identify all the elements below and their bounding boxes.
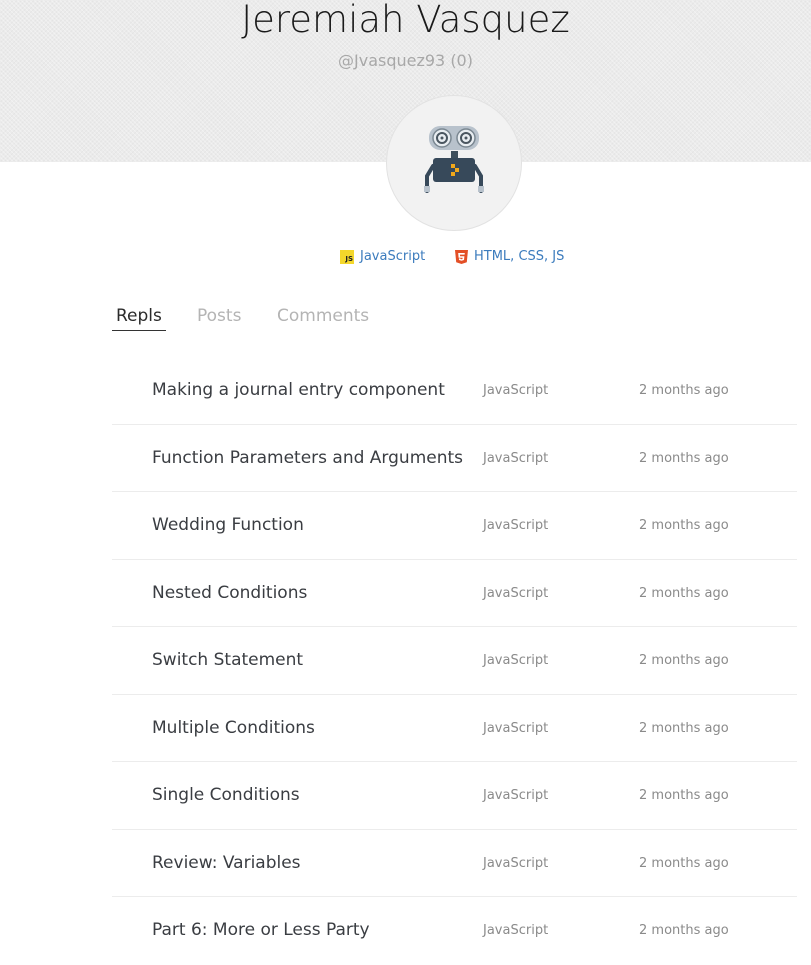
repl-list: Making a journal entry component JavaScr… bbox=[112, 357, 797, 965]
repl-language: JavaScript bbox=[483, 855, 549, 871]
repl-title[interactable]: Single Conditions bbox=[152, 762, 300, 829]
repl-language: JavaScript bbox=[483, 653, 549, 668]
list-item[interactable]: Nested Conditions JavaScript 2 months ag… bbox=[112, 560, 797, 627]
list-item[interactable]: Function Parameters and Arguments JavaSc… bbox=[112, 425, 797, 492]
repl-timestamp: 2 months ago bbox=[639, 923, 729, 938]
robot-avatar-icon bbox=[424, 126, 484, 193]
list-item[interactable]: Wedding Function JavaScript 2 months ago bbox=[112, 492, 797, 560]
list-item[interactable]: Single Conditions JavaScript 2 months ag… bbox=[112, 762, 797, 830]
repl-timestamp: 2 months ago bbox=[639, 788, 729, 803]
active-tab-indicator bbox=[112, 330, 166, 331]
repl-timestamp: 2 months ago bbox=[639, 518, 729, 533]
list-item[interactable]: Making a journal entry component JavaScr… bbox=[112, 357, 797, 425]
repl-title[interactable]: Switch Statement bbox=[152, 627, 303, 694]
repl-language: JavaScript bbox=[483, 923, 549, 938]
repl-title[interactable]: Wedding Function bbox=[152, 492, 304, 559]
repl-language: JavaScript bbox=[483, 450, 549, 466]
tab-posts[interactable]: Posts bbox=[197, 306, 241, 326]
html5-icon bbox=[455, 249, 468, 264]
repl-language: JavaScript bbox=[483, 720, 549, 736]
repl-timestamp: 2 months ago bbox=[639, 720, 729, 736]
repl-title[interactable]: Function Parameters and Arguments bbox=[152, 425, 463, 492]
avatar bbox=[386, 95, 522, 231]
repl-title[interactable]: Review: Variables bbox=[152, 830, 301, 897]
list-item[interactable]: Part 6: More or Less Party JavaScript 2 … bbox=[112, 897, 797, 965]
repl-language: JavaScript bbox=[483, 788, 549, 803]
language-link-javascript[interactable]: JS JavaScript bbox=[340, 249, 425, 264]
repl-title[interactable]: Multiple Conditions bbox=[152, 695, 315, 762]
tab-comments[interactable]: Comments bbox=[277, 306, 369, 326]
language-list: JS JavaScript HTML, CSS, JS bbox=[0, 249, 811, 269]
tab-repls[interactable]: Repls bbox=[116, 306, 162, 326]
repl-title[interactable]: Making a journal entry component bbox=[152, 357, 445, 424]
repl-timestamp: 2 months ago bbox=[639, 450, 729, 466]
language-label: JavaScript bbox=[360, 249, 426, 264]
repl-timestamp: 2 months ago bbox=[639, 383, 729, 398]
language-link-html-css-js[interactable]: HTML, CSS, JS bbox=[455, 249, 564, 264]
repl-timestamp: 2 months ago bbox=[639, 585, 729, 601]
repl-language: JavaScript bbox=[483, 383, 549, 398]
language-label: HTML, CSS, JS bbox=[474, 249, 565, 264]
list-item[interactable]: Multiple Conditions JavaScript 2 months … bbox=[112, 695, 797, 762]
javascript-icon: JS bbox=[340, 249, 354, 264]
profile-handle: @Jvasquez93 (0) bbox=[338, 51, 473, 70]
repl-timestamp: 2 months ago bbox=[639, 653, 729, 668]
repl-timestamp: 2 months ago bbox=[639, 855, 729, 871]
list-item[interactable]: Review: Variables JavaScript 2 months ag… bbox=[112, 830, 797, 897]
repl-language: JavaScript bbox=[483, 518, 549, 533]
repl-language: JavaScript bbox=[483, 585, 549, 601]
repl-title[interactable]: Nested Conditions bbox=[152, 560, 307, 627]
repl-title[interactable]: Part 6: More or Less Party bbox=[152, 897, 370, 964]
list-item[interactable]: Switch Statement JavaScript 2 months ago bbox=[112, 627, 797, 695]
profile-name: Jeremiah Vasquez bbox=[241, 0, 570, 41]
